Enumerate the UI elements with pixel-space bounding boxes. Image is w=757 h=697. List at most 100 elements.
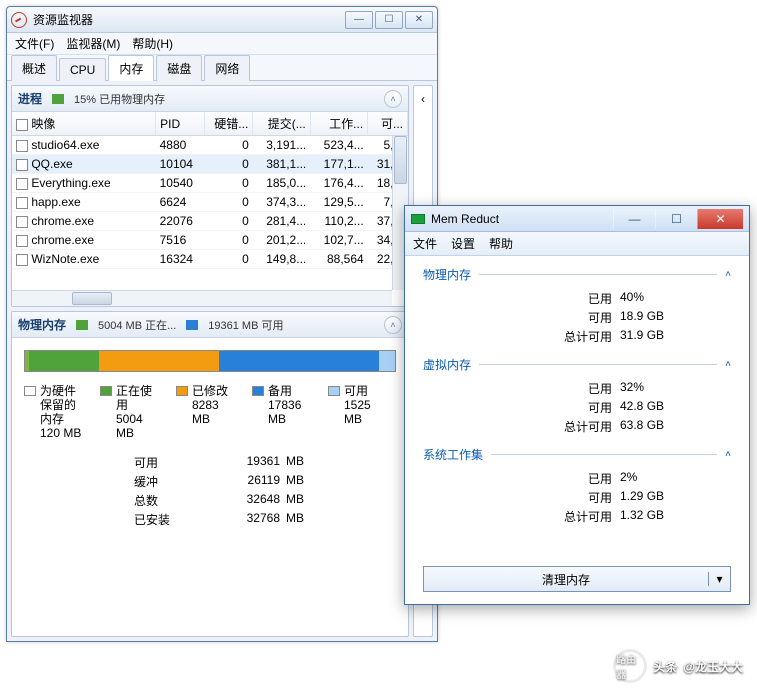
stat-row: 已用2% <box>423 469 731 488</box>
menu-settings[interactable]: 设置 <box>451 235 475 252</box>
mr-section: 虚拟内存˄ 已用32%可用42.8 GB总计可用63.8 GB <box>423 356 731 436</box>
process-table: 映像 PID 硬错... 提交(... 工作... 可... studio64.… <box>12 112 408 269</box>
rm-titlebar[interactable]: 资源监视器 — ☐ ✕ <box>7 7 437 33</box>
menu-help[interactable]: 帮助 <box>489 235 513 252</box>
usage-text: 15% 已用物理内存 <box>74 91 165 107</box>
avail-text: 19361 MB 可用 <box>208 317 283 333</box>
chevron-left-icon: ‹ <box>421 92 425 106</box>
membar-standby <box>219 351 379 371</box>
resource-monitor-icon <box>11 12 27 28</box>
minimize-button[interactable]: — <box>345 11 373 29</box>
col-commit[interactable]: 提交(... <box>253 112 310 136</box>
watermark: 路由器 头条 @龙玉大大 <box>613 649 743 683</box>
collapse-icon[interactable]: ˄ <box>384 90 402 108</box>
row-checkbox[interactable] <box>16 197 28 209</box>
close-button[interactable]: ✕ <box>405 11 433 29</box>
table-row[interactable]: QQ.exe101040381,1...177,1...31,... <box>12 155 408 174</box>
row-checkbox[interactable] <box>16 159 28 171</box>
watermark-handle: @龙玉大大 <box>683 658 743 675</box>
stat-row: 总计可用1.32 GB <box>423 507 731 526</box>
dropdown-icon[interactable]: ▾ <box>708 572 730 586</box>
swatch-icon <box>252 386 264 396</box>
table-row[interactable]: WizNote.exe163240149,8...88,56422,... <box>12 250 408 269</box>
router-icon: 路由器 <box>613 649 647 683</box>
collapse-icon[interactable]: ˄ <box>384 316 402 334</box>
membar-inuse <box>29 351 99 371</box>
section-header[interactable]: 虚拟内存˄ <box>423 356 731 373</box>
stat-row: 可用1.29 GB <box>423 488 731 507</box>
tab-overview[interactable]: 概述 <box>11 55 57 81</box>
maximize-button[interactable]: ☐ <box>655 209 697 229</box>
col-image[interactable]: 映像 <box>12 112 156 136</box>
table-row[interactable]: happ.exe66240374,3...129,5...7,... <box>12 193 408 212</box>
hscroll-thumb[interactable] <box>72 292 112 305</box>
col-hard[interactable]: 硬错... <box>204 112 253 136</box>
memory-bar <box>24 350 396 372</box>
col-ws[interactable]: 工作... <box>310 112 367 136</box>
tab-network[interactable]: 网络 <box>204 55 250 81</box>
menu-monitor[interactable]: 监视器(M) <box>66 35 120 52</box>
processes-panel: 进程 15% 已用物理内存 ˄ 映像 PID 硬错... 提交(... 工作..… <box>11 85 409 307</box>
table-row[interactable]: chrome.exe220760281,4...110,2...37,... <box>12 212 408 231</box>
processes-header[interactable]: 进程 15% 已用物理内存 ˄ <box>12 86 408 112</box>
section-header[interactable]: 系统工作集˄ <box>423 446 731 463</box>
row-checkbox[interactable] <box>16 140 28 152</box>
vscroll-thumb[interactable] <box>394 136 407 184</box>
swatch-icon <box>176 386 188 396</box>
mr-window-buttons: — ☐ ✕ <box>613 209 743 229</box>
menu-file[interactable]: 文件 <box>413 235 437 252</box>
tab-cpu[interactable]: CPU <box>59 58 106 81</box>
mem-reduct-window: Mem Reduct — ☐ ✕ 文件 设置 帮助 物理内存˄已用40%可用18… <box>404 205 750 605</box>
menu-file[interactable]: 文件(F) <box>15 35 54 52</box>
stat-row: 可用18.9 GB <box>423 308 731 327</box>
minimize-button[interactable]: — <box>613 209 655 229</box>
swatch-icon <box>328 386 340 396</box>
mr-body: 物理内存˄已用40%可用18.9 GB总计可用31.9 GB 虚拟内存˄ 已用32%… <box>405 256 749 604</box>
tab-disk[interactable]: 磁盘 <box>156 55 202 81</box>
avail-chip-icon <box>186 320 198 330</box>
memory-panel: 物理内存 5004 MB 正在... 19361 MB 可用 ˄ <box>11 311 409 637</box>
select-all-checkbox[interactable] <box>16 119 28 131</box>
mr-menubar: 文件 设置 帮助 <box>405 232 749 256</box>
menu-help[interactable]: 帮助(H) <box>132 35 173 52</box>
table-row[interactable]: chrome.exe75160201,2...102,7...34,... <box>12 231 408 250</box>
legend-item: 可用1525 MB <box>328 384 388 440</box>
clean-memory-button[interactable]: 清理内存 ▾ <box>423 566 731 592</box>
row-checkbox[interactable] <box>16 235 28 247</box>
mr-titlebar[interactable]: Mem Reduct — ☐ ✕ <box>405 206 749 232</box>
chevron-up-icon: ˄ <box>725 449 731 460</box>
section-header[interactable]: 物理内存˄ <box>423 266 731 283</box>
inuse-chip-icon <box>76 320 88 330</box>
rm-menubar: 文件(F) 监视器(M) 帮助(H) <box>7 33 437 55</box>
inuse-text: 5004 MB 正在... <box>98 317 176 333</box>
legend-item: 备用17836 MB <box>252 384 312 440</box>
maximize-button[interactable]: ☐ <box>375 11 403 29</box>
stat-row: 总计可用63.8 GB <box>423 417 731 436</box>
rm-title: 资源监视器 <box>33 11 345 28</box>
row-checkbox[interactable] <box>16 216 28 228</box>
stat-row: 可用42.8 GB <box>423 398 731 417</box>
tab-memory[interactable]: 内存 <box>108 55 154 81</box>
close-button[interactable]: ✕ <box>697 209 743 229</box>
clean-memory-label: 清理内存 <box>424 571 708 588</box>
chevron-up-icon: ˄ <box>725 359 731 370</box>
row-checkbox[interactable] <box>16 254 28 266</box>
table-row[interactable]: studio64.exe488003,191...523,4...5,... <box>12 136 408 155</box>
rm-tabs: 概述 CPU 内存 磁盘 网络 <box>7 55 437 81</box>
mr-title: Mem Reduct <box>431 212 613 226</box>
table-row[interactable]: Everything.exe105400185,0...176,4...18,.… <box>12 174 408 193</box>
hscrollbar[interactable] <box>12 290 392 306</box>
col-share[interactable]: 可... <box>368 112 408 136</box>
mr-section: 物理内存˄已用40%可用18.9 GB总计可用31.9 GB <box>423 266 731 346</box>
rm-body: 进程 15% 已用物理内存 ˄ 映像 PID 硬错... 提交(... 工作..… <box>7 81 437 641</box>
swatch-icon <box>24 386 36 396</box>
memory-body: 为硬件保留的内存120 MB正在使用5004 MB已修改8283 MB备用178… <box>12 338 408 540</box>
memory-stats: 可用19361MB缓冲26119MB总数32648MB已安装32768MB <box>134 454 396 528</box>
memory-header[interactable]: 物理内存 5004 MB 正在... 19361 MB 可用 ˄ <box>12 312 408 338</box>
watermark-prefix: 头条 <box>653 658 677 675</box>
swatch-icon <box>100 386 112 396</box>
row-checkbox[interactable] <box>16 178 28 190</box>
stat-row: 已用32% <box>423 379 731 398</box>
memory-legend: 为硬件保留的内存120 MB正在使用5004 MB已修改8283 MB备用178… <box>24 384 396 440</box>
col-pid[interactable]: PID <box>156 112 205 136</box>
